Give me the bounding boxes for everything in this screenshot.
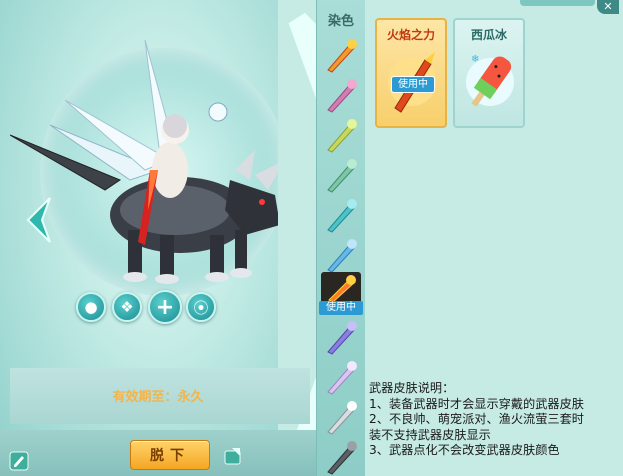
skin-in-use-badge: 使用中 [391, 76, 435, 93]
dye-option-6[interactable] [322, 236, 360, 274]
preview-controls: ● ❖ + ⦿ [72, 290, 232, 328]
description-line: 1、装备武器时才会显示穿戴的武器皮肤 [369, 396, 584, 411]
dye-option-10[interactable] [322, 398, 360, 436]
plus-icon: + [155, 294, 175, 320]
dye-option-8[interactable] [322, 318, 360, 356]
description-title: 武器皮肤说明： [369, 381, 455, 395]
skin-card-flame-power[interactable]: 火焰之力 使用中 [375, 18, 447, 128]
watermelon-popsicle-icon: ❄ [466, 54, 514, 107]
outfit-icon: ❖ [120, 298, 134, 316]
dye-option-1[interactable] [322, 36, 360, 74]
outfit-toggle-button[interactable]: ❖ [112, 292, 142, 322]
dye-option-2[interactable] [322, 76, 360, 114]
skin-card-watermelon-ice[interactable]: 西瓜冰 ❄ [453, 18, 525, 128]
dye-title: 染色 [327, 14, 354, 29]
skin-description: 武器皮肤说明： 1、装备武器时才会显示穿戴的武器皮肤 2、不良帅、萌宠派对、渔火… [369, 381, 623, 459]
dye-option-7-selected[interactable] [321, 272, 361, 304]
validity-text: 有效期至：永久 [0, 386, 316, 405]
description-line: 装不支持武器皮肤显示 [369, 427, 491, 442]
zoom-in-button[interactable]: + [148, 290, 182, 324]
validity-label: 有效期至： [112, 390, 178, 405]
description-line: 3、武器点化不会改变武器皮肤颜色 [369, 443, 560, 457]
unequip-button[interactable]: 脱下 [130, 440, 210, 470]
svg-text:❄: ❄ [471, 54, 479, 65]
description-line: 2、不良帅、萌宠派对、渔火流萤三套时 [369, 412, 584, 426]
character-preview-panel: ● ❖ + ⦿ 有效期至：永久 脱下 [0, 0, 316, 476]
dye-option-5[interactable] [322, 196, 360, 234]
edit-icon[interactable] [8, 450, 30, 472]
share-icon[interactable] [222, 446, 244, 468]
mount-icon: ⦿ [193, 298, 209, 317]
weapon-skin-panel: 火焰之力 使用中 西瓜冰 ❄ 武器皮肤说明： 1、装备武器时才会显示穿戴的武器皮… [365, 0, 623, 476]
top-tab-cap [520, 0, 595, 6]
dye-option-9[interactable] [322, 358, 360, 396]
mount-toggle-button[interactable]: ⦿ [186, 292, 216, 322]
rotate-left-arrow-icon[interactable] [26, 196, 52, 244]
dye-in-use-tag: 使用中 [319, 301, 363, 315]
character-on-mount-image[interactable] [10, 30, 310, 290]
character-figure-button[interactable]: ● [76, 292, 106, 322]
validity-value: 永久 [177, 390, 204, 405]
skin-name: 西瓜冰 [470, 28, 507, 42]
dye-option-3[interactable] [322, 116, 360, 154]
close-icon[interactable]: ✕ [597, 0, 619, 14]
dye-color-strip: 染色 使用中 [316, 0, 366, 476]
dye-option-11[interactable] [322, 438, 360, 476]
skin-name: 火焰之力 [386, 28, 435, 42]
dye-option-4[interactable] [322, 156, 360, 194]
person-icon: ● [84, 298, 98, 316]
